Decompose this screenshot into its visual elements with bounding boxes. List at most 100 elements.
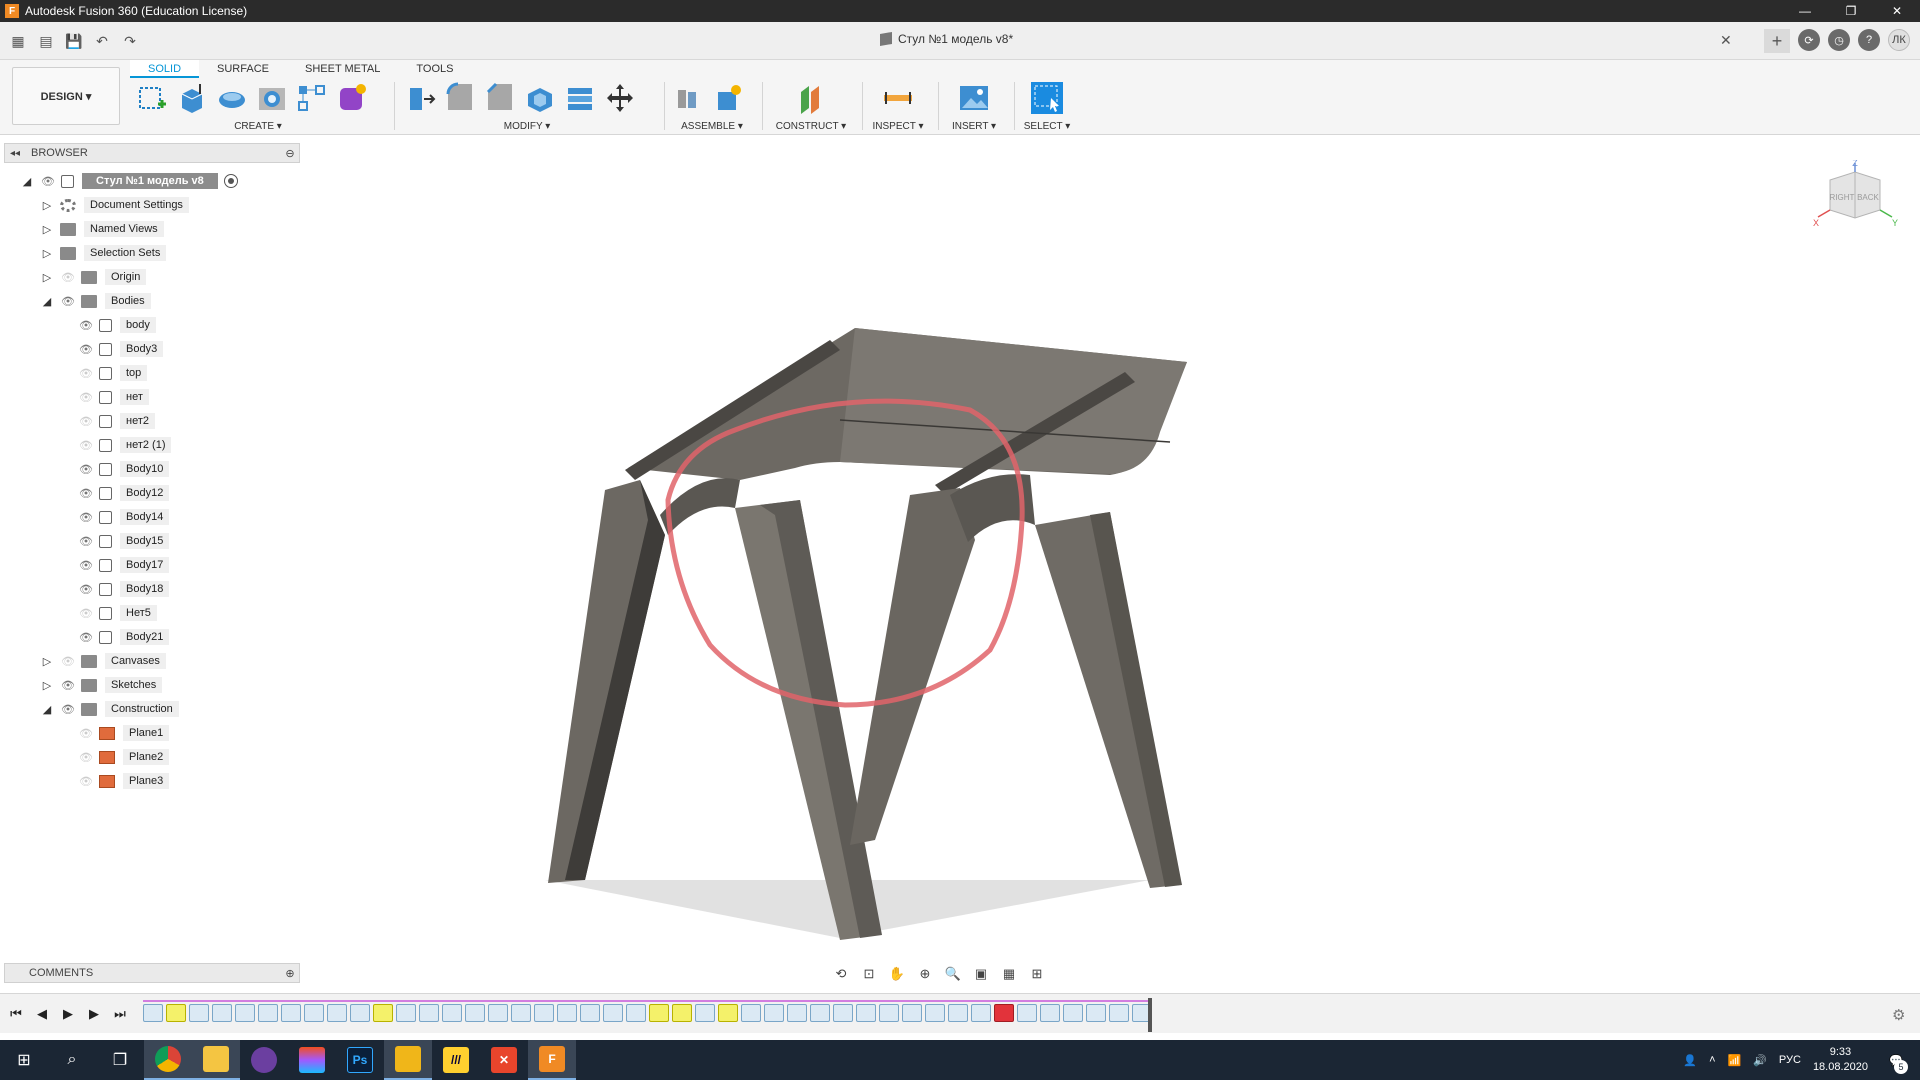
browser-item-document-settings[interactable]: ▷ Document Settings [40,194,189,216]
timeline-feature[interactable] [1017,1004,1037,1022]
modify-menu[interactable]: MODIFY ▾ [404,121,650,132]
browser-item-selection-sets[interactable]: ▷ Selection Sets [40,242,167,264]
timeline-feature[interactable] [741,1004,761,1022]
visibility-eye-icon[interactable]: 👁 [78,559,94,572]
viewcube-back-label[interactable]: BACK [1857,193,1879,202]
visibility-eye-icon[interactable]: 👁 [78,487,94,500]
hole-icon[interactable] [256,82,288,114]
joint-icon[interactable] [712,82,744,114]
document-tab[interactable]: Стул №1 модель v8* [880,31,1013,47]
timeline-feature[interactable] [626,1004,646,1022]
browser-item-body12[interactable]: 👁 Body12 [78,482,170,504]
new-tab-icon[interactable]: + [1764,29,1790,53]
search-icon[interactable]: ⌕ [48,1040,96,1080]
people-icon[interactable]: 👤 [1683,1054,1697,1067]
clock[interactable]: 9:33 18.08.2020 [1813,1045,1868,1075]
create-sketch-icon[interactable] [136,82,168,114]
tab-surface[interactable]: SURFACE [199,60,287,78]
timeline-feature[interactable] [557,1004,577,1022]
task-view-icon[interactable]: ❐ [96,1040,144,1080]
timeline-feature[interactable] [143,1004,163,1022]
language-indicator[interactable]: РУС [1779,1054,1801,1066]
timeline-feature[interactable] [488,1004,508,1022]
timeline-feature[interactable] [212,1004,232,1022]
timeline-feature[interactable] [304,1004,324,1022]
notifications-icon[interactable]: 💬5 [1880,1040,1912,1080]
pattern-icon[interactable] [296,82,328,114]
browser-item-plane2[interactable]: 👁 Plane2 [78,746,170,768]
construct-menu[interactable]: CONSTRUCT ▾ [770,121,852,132]
insert-image-icon[interactable] [958,82,990,114]
expand-triangle-icon[interactable]: ▷ [40,222,54,236]
browser-item-bodies[interactable]: ◢ 👁 Bodies [40,290,151,312]
browser-item-sketches[interactable]: ▷ 👁 Sketches [40,674,163,696]
browser-item-origin[interactable]: ▷ 👁 Origin [40,266,147,288]
browser-item-plane3[interactable]: 👁 Plane3 [78,770,170,792]
timeline-feature[interactable] [580,1004,600,1022]
browser-item-plane1[interactable]: 👁 Plane1 [78,722,170,744]
timeline-feature[interactable] [166,1004,186,1022]
timeline-feature[interactable] [925,1004,945,1022]
user-avatar[interactable]: ЛК [1888,29,1910,51]
browser-item-body15[interactable]: 👁 Body15 [78,530,170,552]
show-hidden-icons[interactable]: ˄ [1709,1054,1715,1066]
windows-start-icon[interactable]: ⊞ [0,1040,48,1080]
timeline-feature[interactable] [948,1004,968,1022]
select-icon[interactable] [1031,82,1063,114]
collapse-triangle-icon[interactable]: ◢ [40,702,54,716]
timeline-feature[interactable] [994,1004,1014,1022]
combine-icon[interactable] [564,82,596,114]
select-menu[interactable]: SELECT ▾ [1018,121,1076,132]
undo-icon[interactable]: ↶ [90,30,114,52]
3d-viewport[interactable] [300,136,1920,991]
timeline-feature[interactable] [442,1004,462,1022]
shell-icon[interactable] [524,82,556,114]
workspace-switcher[interactable]: DESIGN ▾ [12,67,120,125]
visibility-eye-icon[interactable]: 👁 [78,607,94,620]
browser-root-item[interactable]: ◢ 👁 Стул №1 модель v8 [20,170,238,192]
browser-item-нет5[interactable]: 👁 Нет5 [78,602,157,624]
browser-item-body14[interactable]: 👁 Body14 [78,506,170,528]
play-icon[interactable]: ▶ [60,1006,76,1022]
fillet-icon[interactable] [444,82,476,114]
visibility-eye-icon[interactable]: 👁 [78,439,94,452]
visibility-eye-icon[interactable]: 👁 [60,271,76,284]
fit-icon[interactable]: 🔍 [942,965,964,983]
volume-icon[interactable]: 🔊 [1753,1054,1767,1067]
visibility-eye-icon[interactable]: 👁 [78,319,94,332]
comments-panel[interactable]: COMMENTS ⊕ [4,963,300,983]
orbit-icon[interactable]: ⟲ [830,965,852,983]
browser-item-нет[interactable]: 👁 нет [78,386,149,408]
inspect-menu[interactable]: INSPECT ▾ [868,121,928,132]
visibility-eye-icon[interactable]: 👁 [60,295,76,308]
visibility-eye-icon[interactable]: 👁 [78,631,94,644]
timeline-settings-icon[interactable]: ⚙ [1892,1006,1908,1024]
visibility-eye-icon[interactable]: 👁 [78,367,94,380]
tab-tools[interactable]: TOOLS [398,60,471,78]
expand-triangle-icon[interactable]: ▷ [40,654,54,668]
timeline-feature[interactable] [396,1004,416,1022]
timeline-feature[interactable] [235,1004,255,1022]
visibility-eye-icon[interactable]: 👁 [78,751,94,764]
tab-sheet-metal[interactable]: SHEET METAL [287,60,398,78]
expand-triangle-icon[interactable]: ▷ [40,678,54,692]
timeline-feature[interactable] [672,1004,692,1022]
create-menu[interactable]: CREATE ▾ [136,121,380,132]
timeline-feature[interactable] [327,1004,347,1022]
timeline-feature[interactable] [465,1004,485,1022]
revolve-icon[interactable] [216,82,248,114]
visibility-eye-icon[interactable]: 👁 [78,775,94,788]
timeline-feature[interactable] [373,1004,393,1022]
minimize-button[interactable]: — [1782,0,1828,22]
timeline-feature[interactable] [695,1004,715,1022]
expand-triangle-icon[interactable]: ▷ [40,198,54,212]
activate-radio-icon[interactable] [223,174,238,188]
tor-browser-icon[interactable] [240,1040,288,1080]
measure-icon[interactable] [882,82,914,114]
network-icon[interactable]: 📶 [1728,1054,1742,1067]
timeline-feature[interactable] [511,1004,531,1022]
timeline-feature[interactable] [833,1004,853,1022]
timeline-feature[interactable] [902,1004,922,1022]
look-at-icon[interactable]: ⊡ [858,965,880,983]
timeline-feature[interactable] [350,1004,370,1022]
